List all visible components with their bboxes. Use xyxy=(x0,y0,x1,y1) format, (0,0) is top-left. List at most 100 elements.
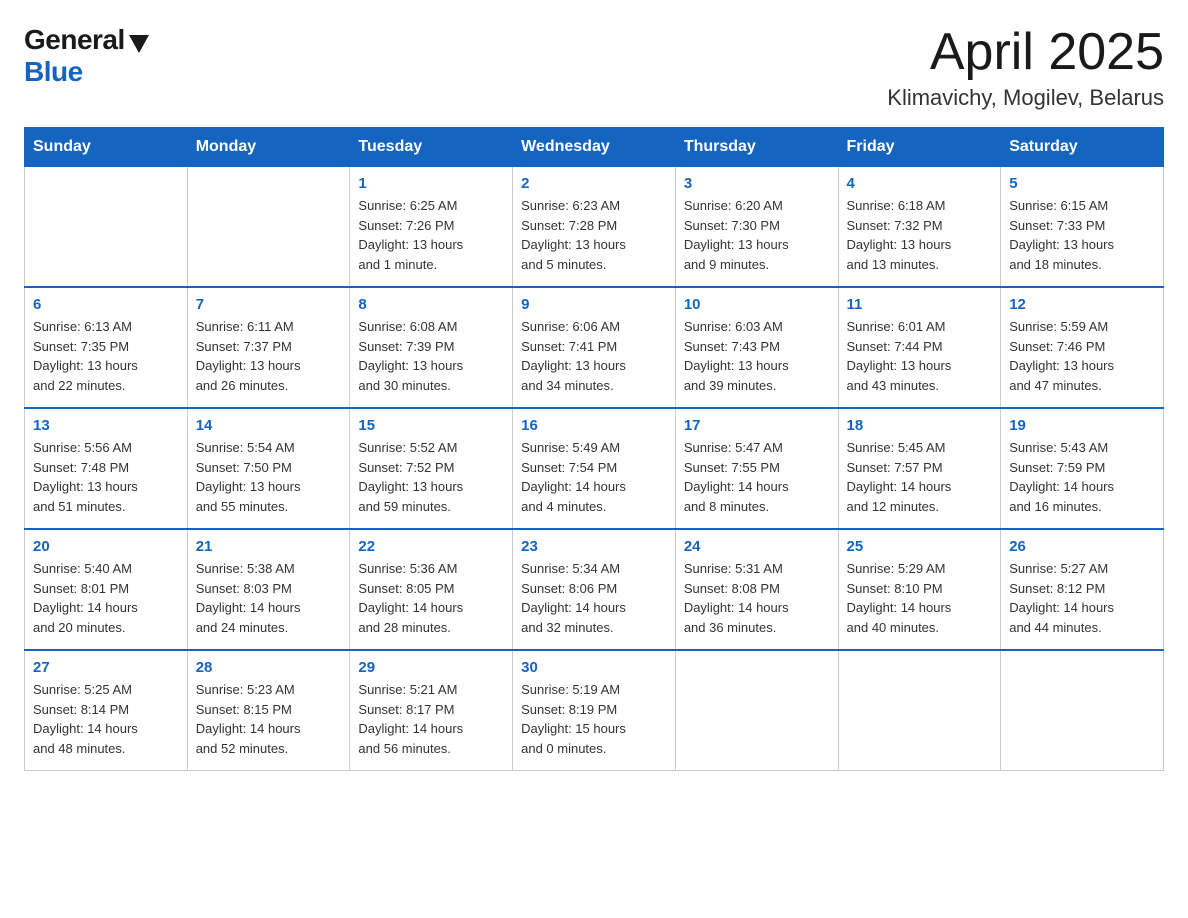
calendar-week-row: 20 Sunrise: 5:40 AM Sunset: 8:01 PM Dayli… xyxy=(25,529,1164,650)
calendar-cell: 15 Sunrise: 5:52 AM Sunset: 7:52 PM Dayli… xyxy=(350,408,513,529)
calendar-cell: 24 Sunrise: 5:31 AM Sunset: 8:08 PM Dayli… xyxy=(675,529,838,650)
day-info: Sunrise: 5:31 AM Sunset: 8:08 PM Dayligh… xyxy=(684,559,830,637)
day-number: 2 xyxy=(521,175,667,192)
day-info: Sunrise: 6:18 AM Sunset: 7:32 PM Dayligh… xyxy=(847,196,993,274)
calendar-week-row: 1Sunrise: 6:25 AM Sunset: 7:26 PM Daylig… xyxy=(25,167,1164,288)
day-number: 7 xyxy=(196,296,342,313)
day-number: 22 xyxy=(358,538,504,555)
title-block: April 2025 Klimavichy, Mogilev, Belarus xyxy=(887,24,1164,111)
calendar-cell: 16Sunrise: 5:49 AM Sunset: 7:54 PM Dayli… xyxy=(513,408,676,529)
day-info: Sunrise: 6:25 AM Sunset: 7:26 PM Dayligh… xyxy=(358,196,504,274)
day-info: Sunrise: 5:49 AM Sunset: 7:54 PM Dayligh… xyxy=(521,438,667,516)
calendar-cell: 2 Sunrise: 6:23 AM Sunset: 7:28 PM Daylig… xyxy=(513,167,676,288)
day-info: Sunrise: 5:47 AM Sunset: 7:55 PM Dayligh… xyxy=(684,438,830,516)
day-info: Sunrise: 5:19 AM Sunset: 8:19 PM Dayligh… xyxy=(521,680,667,758)
day-number: 26 xyxy=(1009,538,1155,555)
day-info: Sunrise: 5:54 AM Sunset: 7:50 PM Dayligh… xyxy=(196,438,342,516)
calendar-cell: 23Sunrise: 5:34 AM Sunset: 8:06 PM Dayli… xyxy=(513,529,676,650)
weekday-header-tuesday: Tuesday xyxy=(350,128,513,167)
weekday-header-friday: Friday xyxy=(838,128,1001,167)
calendar-week-row: 27 Sunrise: 5:25 AM Sunset: 8:14 PM Dayli… xyxy=(25,650,1164,771)
day-info: Sunrise: 5:59 AM Sunset: 7:46 PM Dayligh… xyxy=(1009,317,1155,395)
day-info: Sunrise: 6:15 AM Sunset: 7:33 PM Dayligh… xyxy=(1009,196,1155,274)
calendar-cell: 3 Sunrise: 6:20 AM Sunset: 7:30 PM Daylig… xyxy=(675,167,838,288)
day-number: 11 xyxy=(847,296,993,313)
day-number: 21 xyxy=(196,538,342,555)
day-number: 15 xyxy=(358,417,504,434)
calendar-cell: 21 Sunrise: 5:38 AM Sunset: 8:03 PM Dayli… xyxy=(187,529,350,650)
day-info: Sunrise: 5:21 AM Sunset: 8:17 PM Dayligh… xyxy=(358,680,504,758)
calendar-cell: 14 Sunrise: 5:54 AM Sunset: 7:50 PM Dayli… xyxy=(187,408,350,529)
day-number: 30 xyxy=(521,659,667,676)
calendar-week-row: 13Sunrise: 5:56 AM Sunset: 7:48 PM Dayli… xyxy=(25,408,1164,529)
weekday-header-thursday: Thursday xyxy=(675,128,838,167)
day-info: Sunrise: 6:08 AM Sunset: 7:39 PM Dayligh… xyxy=(358,317,504,395)
calendar-cell: 4 Sunrise: 6:18 AM Sunset: 7:32 PM Daylig… xyxy=(838,167,1001,288)
calendar-cell: 18Sunrise: 5:45 AM Sunset: 7:57 PM Dayli… xyxy=(838,408,1001,529)
day-info: Sunrise: 6:20 AM Sunset: 7:30 PM Dayligh… xyxy=(684,196,830,274)
calendar-cell: 11 Sunrise: 6:01 AM Sunset: 7:44 PM Dayli… xyxy=(838,287,1001,408)
day-info: Sunrise: 5:40 AM Sunset: 8:01 PM Dayligh… xyxy=(33,559,179,637)
day-info: Sunrise: 5:36 AM Sunset: 8:05 PM Dayligh… xyxy=(358,559,504,637)
day-number: 27 xyxy=(33,659,179,676)
weekday-header-sunday: Sunday xyxy=(25,128,188,167)
day-number: 14 xyxy=(196,417,342,434)
calendar-cell: 17 Sunrise: 5:47 AM Sunset: 7:55 PM Dayli… xyxy=(675,408,838,529)
calendar-week-row: 6Sunrise: 6:13 AM Sunset: 7:35 PM Daylig… xyxy=(25,287,1164,408)
day-info: Sunrise: 5:43 AM Sunset: 7:59 PM Dayligh… xyxy=(1009,438,1155,516)
month-title: April 2025 xyxy=(887,24,1164,81)
logo: General Blue xyxy=(24,24,149,88)
day-info: Sunrise: 5:23 AM Sunset: 8:15 PM Dayligh… xyxy=(196,680,342,758)
day-number: 25 xyxy=(847,538,993,555)
logo-general-text: General xyxy=(24,24,125,56)
calendar-cell: 26 Sunrise: 5:27 AM Sunset: 8:12 PM Dayli… xyxy=(1001,529,1164,650)
calendar-cell: 22 Sunrise: 5:36 AM Sunset: 8:05 PM Dayli… xyxy=(350,529,513,650)
day-info: Sunrise: 5:29 AM Sunset: 8:10 PM Dayligh… xyxy=(847,559,993,637)
calendar-cell: 20 Sunrise: 5:40 AM Sunset: 8:01 PM Dayli… xyxy=(25,529,188,650)
logo-blue-text: Blue xyxy=(24,56,83,88)
day-number: 3 xyxy=(684,175,830,192)
weekday-header-saturday: Saturday xyxy=(1001,128,1164,167)
day-number: 6 xyxy=(33,296,179,313)
day-info: Sunrise: 5:38 AM Sunset: 8:03 PM Dayligh… xyxy=(196,559,342,637)
calendar-cell xyxy=(675,650,838,771)
day-number: 9 xyxy=(521,296,667,313)
calendar-cell: 12 Sunrise: 5:59 AM Sunset: 7:46 PM Dayli… xyxy=(1001,287,1164,408)
day-info: Sunrise: 5:34 AM Sunset: 8:06 PM Dayligh… xyxy=(521,559,667,637)
calendar-cell: 7Sunrise: 6:11 AM Sunset: 7:37 PM Daylig… xyxy=(187,287,350,408)
calendar-cell xyxy=(187,167,350,288)
day-number: 20 xyxy=(33,538,179,555)
calendar-cell: 13Sunrise: 5:56 AM Sunset: 7:48 PM Dayli… xyxy=(25,408,188,529)
weekday-header-row: SundayMondayTuesdayWednesdayThursdayFrid… xyxy=(25,128,1164,167)
day-number: 12 xyxy=(1009,296,1155,313)
day-info: Sunrise: 5:27 AM Sunset: 8:12 PM Dayligh… xyxy=(1009,559,1155,637)
weekday-header-wednesday: Wednesday xyxy=(513,128,676,167)
day-number: 17 xyxy=(684,417,830,434)
day-number: 28 xyxy=(196,659,342,676)
day-number: 13 xyxy=(33,417,179,434)
location-title: Klimavichy, Mogilev, Belarus xyxy=(887,85,1164,111)
day-number: 4 xyxy=(847,175,993,192)
calendar-cell: 10Sunrise: 6:03 AM Sunset: 7:43 PM Dayli… xyxy=(675,287,838,408)
calendar-table: SundayMondayTuesdayWednesdayThursdayFrid… xyxy=(24,127,1164,771)
calendar-cell: 8 Sunrise: 6:08 AM Sunset: 7:39 PM Daylig… xyxy=(350,287,513,408)
day-info: Sunrise: 6:03 AM Sunset: 7:43 PM Dayligh… xyxy=(684,317,830,395)
day-info: Sunrise: 6:23 AM Sunset: 7:28 PM Dayligh… xyxy=(521,196,667,274)
calendar-cell: 27 Sunrise: 5:25 AM Sunset: 8:14 PM Dayli… xyxy=(25,650,188,771)
page-header: General Blue April 2025 Klimavichy, Mogi… xyxy=(24,24,1164,111)
calendar-cell: 25 Sunrise: 5:29 AM Sunset: 8:10 PM Dayli… xyxy=(838,529,1001,650)
weekday-header-monday: Monday xyxy=(187,128,350,167)
day-number: 5 xyxy=(1009,175,1155,192)
day-number: 19 xyxy=(1009,417,1155,434)
calendar-cell: 9Sunrise: 6:06 AM Sunset: 7:41 PM Daylig… xyxy=(513,287,676,408)
day-info: Sunrise: 6:01 AM Sunset: 7:44 PM Dayligh… xyxy=(847,317,993,395)
calendar-cell: 28 Sunrise: 5:23 AM Sunset: 8:15 PM Dayli… xyxy=(187,650,350,771)
day-info: Sunrise: 5:45 AM Sunset: 7:57 PM Dayligh… xyxy=(847,438,993,516)
calendar-cell xyxy=(1001,650,1164,771)
day-number: 8 xyxy=(358,296,504,313)
day-number: 29 xyxy=(358,659,504,676)
day-info: Sunrise: 5:25 AM Sunset: 8:14 PM Dayligh… xyxy=(33,680,179,758)
day-info: Sunrise: 5:52 AM Sunset: 7:52 PM Dayligh… xyxy=(358,438,504,516)
day-number: 24 xyxy=(684,538,830,555)
calendar-cell: 19 Sunrise: 5:43 AM Sunset: 7:59 PM Dayli… xyxy=(1001,408,1164,529)
